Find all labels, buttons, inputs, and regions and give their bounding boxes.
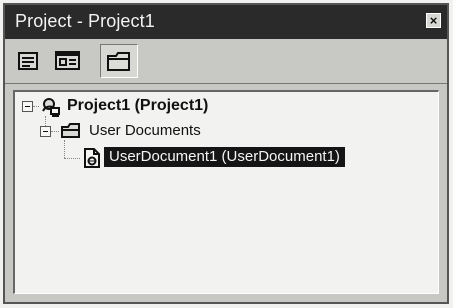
user-document-node-label[interactable]: UserDocument1 (UserDocument1) xyxy=(104,147,345,167)
window-title: Project - Project1 xyxy=(15,11,155,31)
project-icon xyxy=(42,98,60,117)
toggle-folders-button[interactable] xyxy=(100,44,138,78)
folder-node-label[interactable]: User Documents xyxy=(89,122,201,139)
project-tree[interactable]: Project1 (Project1) User Documents UserD… xyxy=(13,90,439,294)
project-explorer-window: Project - Project1 × Project1 (Project1)… xyxy=(3,3,449,304)
toolbar xyxy=(5,39,447,84)
close-icon: × xyxy=(429,13,438,28)
close-button[interactable]: × xyxy=(426,13,441,28)
folder-icon xyxy=(61,123,80,138)
view-object-icon xyxy=(55,51,80,70)
view-object-button[interactable] xyxy=(52,47,84,75)
title-bar[interactable]: Project - Project1 × xyxy=(5,5,447,39)
view-code-button[interactable] xyxy=(13,47,45,75)
tree-connector xyxy=(64,140,66,158)
collapse-project-toggle[interactable] xyxy=(22,101,33,112)
view-code-icon xyxy=(18,52,38,70)
collapse-folder-toggle[interactable] xyxy=(40,126,51,137)
user-document-icon xyxy=(84,148,100,168)
folder-icon xyxy=(107,52,130,71)
project-node-label[interactable]: Project1 (Project1) xyxy=(67,97,208,115)
tree-connector xyxy=(64,158,80,160)
tree-connector xyxy=(51,131,59,133)
